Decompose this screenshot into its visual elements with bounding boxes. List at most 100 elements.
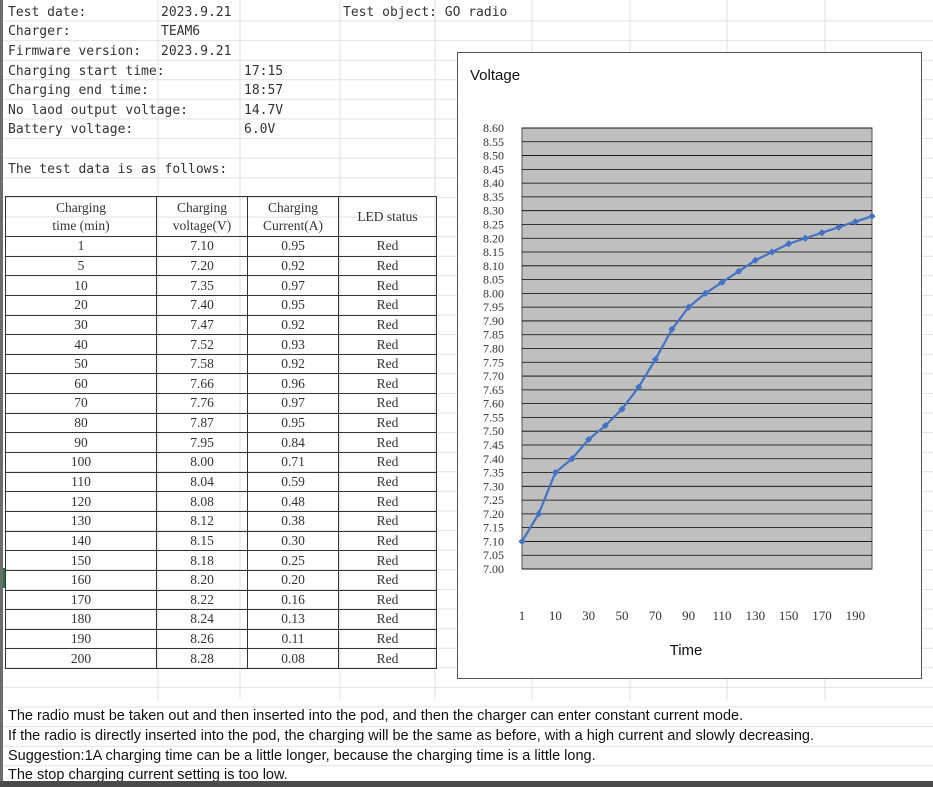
led-status-cell: Red bbox=[338, 648, 437, 670]
y-tick-label: 7.20 bbox=[483, 507, 504, 521]
table-row: 80 7.87 0.95 Red bbox=[5, 412, 437, 434]
time-cell: 40 bbox=[5, 334, 157, 355]
current-cell: 0.08 bbox=[247, 648, 339, 670]
led-status-cell: Red bbox=[338, 589, 437, 611]
led-status-cell: Red bbox=[338, 236, 437, 257]
x-tick-label: 50 bbox=[616, 608, 629, 623]
left-window-border bbox=[0, 0, 3, 787]
current-cell: 0.92 bbox=[247, 353, 339, 375]
time-cell: 60 bbox=[5, 373, 157, 395]
y-tick-label: 7.00 bbox=[483, 562, 504, 576]
charger-value: TEAM6 bbox=[161, 24, 201, 39]
voltage-cell: 8.04 bbox=[156, 471, 248, 493]
table-row: 40 7.52 0.93 Red bbox=[5, 334, 437, 355]
y-tick-label: 8.20 bbox=[483, 231, 504, 245]
voltage-cell: 8.24 bbox=[156, 609, 248, 630]
current-cell: 0.20 bbox=[247, 569, 339, 591]
led-status-cell: Red bbox=[338, 334, 437, 355]
x-tick-label: 110 bbox=[712, 608, 731, 623]
bottom-window-border bbox=[0, 781, 933, 787]
y-tick-label: 7.60 bbox=[483, 397, 504, 411]
header-led-status: LED status bbox=[338, 196, 437, 237]
test-date-value: 2023.9.21 bbox=[161, 5, 232, 20]
time-cell: 170 bbox=[5, 589, 157, 611]
uploader-caption: Yugansh bansal bbox=[347, 19, 433, 33]
table-row: 200 8.28 0.08 Red bbox=[5, 648, 437, 670]
current-cell: 0.92 bbox=[247, 314, 339, 336]
table-row: 30 7.47 0.92 Red bbox=[5, 314, 437, 336]
current-cell: 0.96 bbox=[247, 373, 339, 395]
header-current: Charging Current(A) bbox=[247, 196, 339, 237]
noload-voltage-label: No laod output voltage: bbox=[8, 103, 189, 118]
end-time-value: 18:57 bbox=[244, 83, 284, 98]
y-tick-label: 8.00 bbox=[483, 286, 504, 300]
y-tick-label: 7.80 bbox=[483, 342, 504, 356]
voltage-cell: 7.58 bbox=[156, 353, 248, 375]
time-cell: 100 bbox=[5, 452, 157, 473]
led-status-cell: Red bbox=[338, 275, 437, 296]
voltage-cell: 7.66 bbox=[156, 373, 248, 395]
y-tick-label: 8.55 bbox=[483, 135, 504, 149]
voltage-cell: 8.15 bbox=[156, 530, 248, 552]
y-tick-label: 7.85 bbox=[483, 328, 504, 342]
led-status-cell: Red bbox=[338, 353, 437, 375]
current-cell: 0.97 bbox=[247, 393, 339, 414]
y-tick-label: 7.65 bbox=[483, 383, 504, 397]
current-cell: 0.97 bbox=[247, 275, 339, 296]
header-voltage: Charging voltage(V) bbox=[156, 196, 248, 237]
battery-voltage-label: Battery voltage: bbox=[8, 122, 134, 137]
x-tick-label: 10 bbox=[549, 608, 562, 623]
note-2: If the radio is directly inserted into t… bbox=[8, 728, 814, 744]
table-row: 130 8.12 0.38 Red bbox=[5, 510, 437, 532]
table-row: 180 8.24 0.13 Red bbox=[5, 609, 437, 630]
x-tick-label: 170 bbox=[812, 608, 832, 623]
current-cell: 0.93 bbox=[247, 334, 339, 355]
time-cell: 180 bbox=[5, 609, 157, 630]
noload-voltage-value: 14.7V bbox=[244, 103, 284, 118]
firmware-value: 2023.9.21 bbox=[161, 44, 232, 59]
start-time-value: 17:15 bbox=[244, 64, 284, 79]
x-tick-label: 130 bbox=[746, 608, 766, 623]
x-tick-label: 150 bbox=[779, 608, 799, 623]
time-cell: 5 bbox=[5, 255, 157, 277]
time-cell: 190 bbox=[5, 628, 157, 650]
current-cell: 0.16 bbox=[247, 589, 339, 611]
time-cell: 120 bbox=[5, 491, 157, 512]
voltage-cell: 8.22 bbox=[156, 589, 248, 611]
time-cell: 20 bbox=[5, 294, 157, 316]
voltage-cell: 8.28 bbox=[156, 648, 248, 670]
y-tick-label: 7.95 bbox=[483, 300, 504, 314]
table-row: 1 7.10 0.95 Red bbox=[5, 236, 437, 257]
table-row: 110 8.04 0.59 Red bbox=[5, 471, 437, 493]
time-cell: 30 bbox=[5, 314, 157, 336]
table-row: 60 7.66 0.96 Red bbox=[5, 373, 437, 395]
table-header-row: Charging time (min) Charging voltage(V) Ch… bbox=[5, 196, 437, 237]
y-tick-label: 7.05 bbox=[483, 548, 504, 562]
y-tick-label: 7.10 bbox=[483, 534, 504, 548]
time-cell: 130 bbox=[5, 510, 157, 532]
table-row: 70 7.76 0.97 Red bbox=[5, 393, 437, 414]
y-tick-label: 7.40 bbox=[483, 452, 504, 466]
charger-label: Charger: bbox=[8, 24, 71, 39]
y-tick-label: 8.10 bbox=[483, 259, 504, 273]
table-row: 50 7.58 0.92 Red bbox=[5, 353, 437, 375]
current-cell: 0.84 bbox=[247, 432, 339, 454]
current-cell: 0.95 bbox=[247, 294, 339, 316]
current-cell: 0.25 bbox=[247, 550, 339, 571]
voltage-chart: Voltage Time 8.60 8.55 8.50 8.45 8.40 8.35 8.3… bbox=[457, 52, 922, 679]
test-date-label: Test date: bbox=[8, 5, 87, 20]
y-tick-label: 7.30 bbox=[483, 479, 504, 493]
y-tick-label: 8.50 bbox=[483, 149, 504, 163]
time-cell: 1 bbox=[5, 236, 157, 257]
voltage-cell: 7.47 bbox=[156, 314, 248, 336]
voltage-cell: 7.76 bbox=[156, 393, 248, 414]
table-row: 160 8.20 0.20 Red bbox=[5, 569, 437, 591]
led-status-cell: Red bbox=[338, 432, 437, 454]
current-cell: 0.11 bbox=[247, 628, 339, 650]
time-cell: 140 bbox=[5, 530, 157, 552]
time-cell: 150 bbox=[5, 550, 157, 571]
current-cell: 0.30 bbox=[247, 530, 339, 552]
led-status-cell: Red bbox=[338, 491, 437, 512]
intro-text: The test data is as follows: bbox=[8, 162, 228, 177]
led-status-cell: Red bbox=[338, 609, 437, 630]
